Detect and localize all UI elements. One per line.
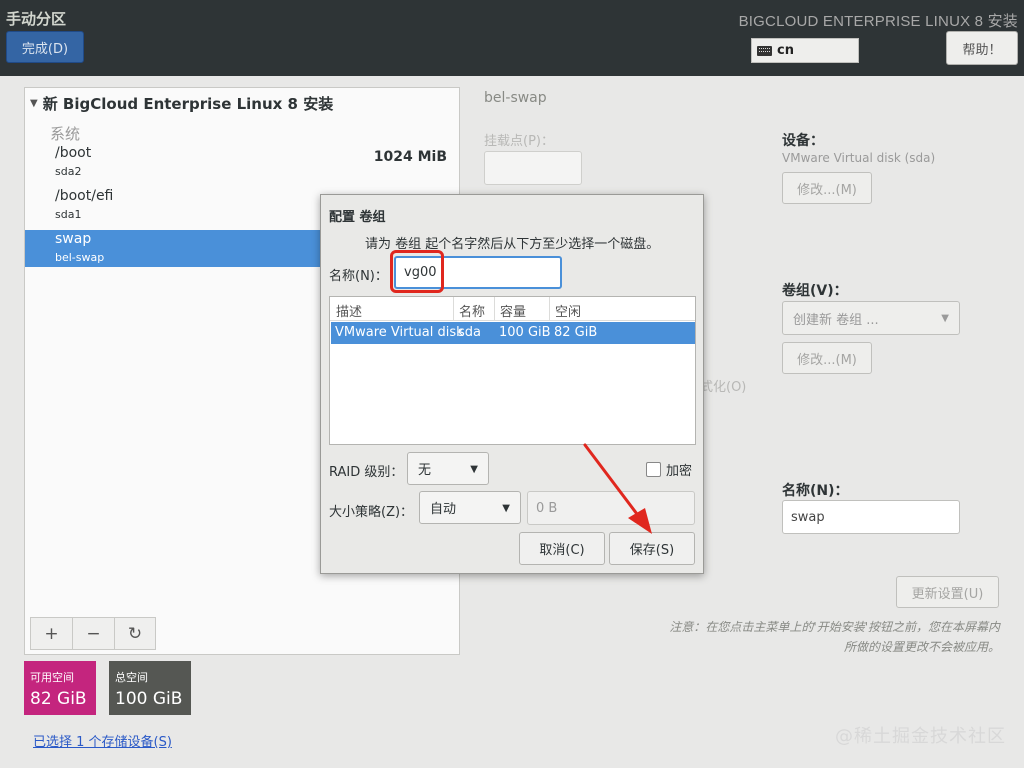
table-header: 描述 名称 容量 空闲 <box>330 297 695 321</box>
dialog-title: 配置 卷组 <box>329 210 386 225</box>
modify-volume-group-button[interactable]: 修改...(M) <box>782 342 872 374</box>
reformat-label-partial: 式化(O) <box>700 380 747 395</box>
column-header-description[interactable]: 描述 <box>336 301 362 320</box>
keyboard-layout-indicator[interactable]: cn <box>751 38 859 63</box>
keyboard-icon <box>757 45 772 56</box>
column-divider <box>453 297 454 321</box>
disk-free: 82 GiB <box>554 325 598 340</box>
mount-device: sda2 <box>55 165 82 178</box>
done-button[interactable]: 完成(D) <box>6 31 84 63</box>
system-group-label: 系统 <box>50 125 81 143</box>
table-row[interactable]: VMware Virtual disk sda 100 GiB 82 GiB <box>331 322 695 344</box>
size-input-value: 0 B <box>536 500 558 516</box>
disk-table: 描述 名称 容量 空闲 VMware Virtual disk sda 100 … <box>329 296 696 445</box>
column-header-name[interactable]: 名称 <box>459 301 485 320</box>
volume-group-label: 卷组(V)： <box>782 283 848 299</box>
mount-size: 1024 MiB <box>373 149 447 165</box>
mount-point-label: 挂载点(P)： <box>484 134 554 149</box>
available-space-box: 可用空间 82 GiB <box>24 661 96 715</box>
encrypt-toggle[interactable]: 加密 <box>646 460 692 479</box>
mount-toolbar: + − ↻ <box>30 617 156 650</box>
cancel-button[interactable]: 取消(C) <box>519 532 605 565</box>
mount-point-name: /boot/efi <box>55 188 114 204</box>
selected-storage-link[interactable]: 已选择 1 个存储设备(S) <box>33 731 172 750</box>
name-field-value: swap <box>791 509 825 525</box>
device-label: 设备： <box>782 133 824 149</box>
expand-arrow-icon[interactable]: ▼ <box>30 98 38 109</box>
add-mount-button[interactable]: + <box>31 618 73 649</box>
annotation-highlight-box <box>390 250 444 293</box>
selected-device-title: bel-swap <box>484 90 547 106</box>
disk-capacity: 100 GiB <box>499 325 551 340</box>
total-space-box: 总空间 100 GiB <box>109 661 191 715</box>
available-space-value: 82 GiB <box>30 689 87 709</box>
device-description: VMware Virtual disk (sda) <box>782 151 936 165</box>
total-space-label: 总空间 <box>115 671 148 684</box>
chevron-down-icon: ▼ <box>470 464 478 475</box>
raid-level-label: RAID 级别： <box>329 465 404 480</box>
installation-tree-header[interactable]: ▼ 新 BigCloud Enterprise Linux 8 安装 <box>30 93 333 114</box>
modify-device-button[interactable]: 修改...(M) <box>782 172 872 204</box>
mount-point-name: swap <box>55 231 92 247</box>
chevron-down-icon: ▼ <box>502 503 510 514</box>
available-space-label: 可用空间 <box>30 671 74 684</box>
size-policy-value: 自动 <box>430 502 457 517</box>
column-header-capacity[interactable]: 容量 <box>500 301 526 320</box>
update-settings-button[interactable]: 更新设置(U) <box>896 576 999 608</box>
column-divider <box>549 297 550 321</box>
disk-description: VMware Virtual disk <box>335 325 464 340</box>
column-divider <box>494 297 495 321</box>
vg-name-label: 名称(N)： <box>329 269 388 284</box>
help-button[interactable]: 帮助！ <box>946 31 1018 65</box>
raid-level-select[interactable]: 无 ▼ <box>407 452 489 485</box>
chevron-down-icon: ▼ <box>941 313 949 324</box>
name-label: 名称(N)： <box>782 483 849 499</box>
keyboard-layout-label: cn <box>777 43 794 58</box>
mount-device: bel-swap <box>55 251 105 264</box>
watermark: @稀土掘金技术社区 <box>835 726 1006 747</box>
name-field[interactable]: swap <box>782 500 960 534</box>
size-policy-label: 大小策略(Z)： <box>329 505 414 520</box>
product-title: BIGCLOUD ENTERPRISE LINUX 8 安装 <box>738 13 1018 30</box>
column-header-free[interactable]: 空闲 <box>555 301 581 320</box>
installation-title: 新 BigCloud Enterprise Linux 8 安装 <box>42 95 334 113</box>
raid-level-value: 无 <box>418 463 432 478</box>
page-title: 手动分区 <box>6 10 67 28</box>
configure-volume-group-dialog: 配置 卷组 请为 卷组 起个名字然后从下方至少选择一个磁盘。 名称(N)： vg… <box>320 194 704 574</box>
volume-group-select[interactable]: 创建新 卷组 ... ▼ <box>782 301 960 335</box>
header-bar: 手动分区 完成(D) BIGCLOUD ENTERPRISE LINUX 8 安… <box>0 0 1024 76</box>
encrypt-checkbox[interactable] <box>646 462 661 477</box>
mount-row-boot[interactable]: /boot sda2 1024 MiB <box>25 144 459 181</box>
disk-name: sda <box>458 325 481 340</box>
refresh-icon[interactable]: ↻ <box>115 618 155 649</box>
mount-device: sda1 <box>55 208 82 221</box>
mount-point-input[interactable] <box>484 151 582 185</box>
total-space-value: 100 GiB <box>115 689 183 709</box>
size-policy-select[interactable]: 自动 ▼ <box>419 491 521 524</box>
encrypt-label: 加密 <box>666 464 693 479</box>
volume-group-value: 创建新 卷组 ... <box>793 312 879 328</box>
save-button[interactable]: 保存(S) <box>609 532 695 565</box>
remove-mount-button[interactable]: − <box>73 618 115 649</box>
mount-point-name: /boot <box>55 145 92 161</box>
size-input[interactable]: 0 B <box>527 491 695 525</box>
settings-note: 注意：在您点击主菜单上的'开始安装'按钮之前，您在本屏幕内所做的设置更改不会被应… <box>669 620 1000 654</box>
